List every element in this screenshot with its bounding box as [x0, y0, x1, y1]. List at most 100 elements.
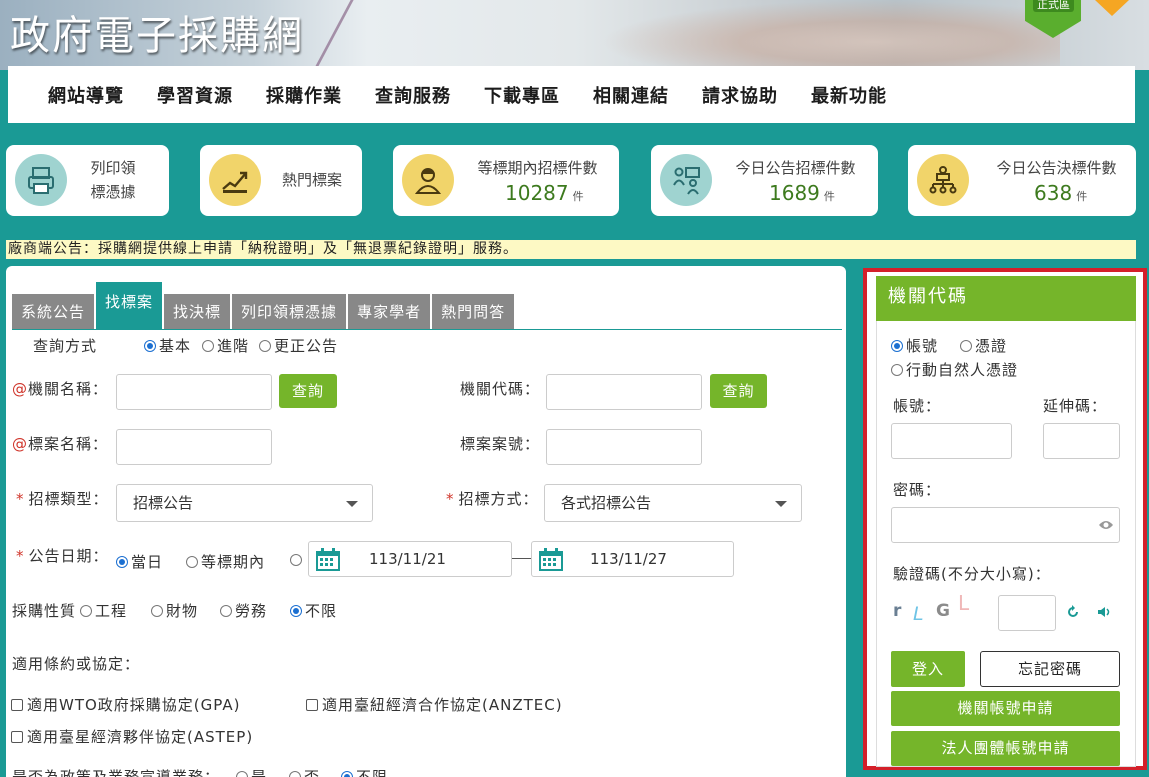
radio-selected-icon[interactable]	[891, 340, 903, 352]
radio-icon[interactable]	[220, 605, 232, 617]
card-today-tenders[interactable]: 今日公告招標件數 1689 件	[651, 145, 878, 216]
agency-code-input[interactable]	[546, 374, 702, 410]
radio-icon[interactable]	[80, 605, 92, 617]
captcha-input[interactable]	[998, 595, 1056, 631]
nature-construction[interactable]: 工程	[80, 600, 127, 621]
radio-icon[interactable]	[259, 340, 271, 352]
radio-selected-icon[interactable]	[116, 556, 128, 568]
radio-selected-icon[interactable]	[144, 340, 156, 352]
pub-date-range[interactable]	[290, 551, 305, 569]
card-open-tenders[interactable]: 等標期內招標件數 10287 件	[393, 145, 619, 216]
agency-name-query-button[interactable]: 查詢	[279, 374, 337, 408]
apply-agency-account-button[interactable]: 機關帳號申請	[891, 691, 1120, 726]
login-mode-mobile-cert-label: 行動自然人憑證	[906, 361, 1019, 379]
account-label: 帳號：	[893, 397, 942, 415]
tender-no-input[interactable]	[546, 429, 702, 465]
nav-query[interactable]: 查詢服務	[375, 82, 451, 108]
card-open-unit: 件	[572, 190, 584, 203]
card-today-awards[interactable]: 今日公告決標件數 638 件	[908, 145, 1136, 216]
header-banner: 政府電子採購網 正式區	[0, 0, 1149, 70]
nav-site-map[interactable]: 網站導覽	[48, 82, 124, 108]
checkbox-icon[interactable]	[11, 731, 23, 743]
query-mode-advanced[interactable]: 進階	[202, 335, 249, 356]
policy-any[interactable]: 不限	[341, 766, 388, 777]
nav-links[interactable]: 相關連結	[593, 82, 669, 108]
tab-faq[interactable]: 熱門問答	[432, 294, 515, 330]
tab-find-tender[interactable]: 找標案	[96, 282, 163, 330]
nav-new-features[interactable]: 最新功能	[811, 82, 887, 108]
orange-badge-icon[interactable]	[1095, 0, 1129, 16]
tab-experts[interactable]: 專家學者	[348, 294, 431, 330]
policy-yes[interactable]: 是	[236, 766, 267, 777]
tab-print-receipt[interactable]: 列印領標憑據	[232, 294, 347, 330]
nav-help[interactable]: 請求協助	[702, 82, 778, 108]
ext-code-input[interactable]	[1043, 423, 1120, 459]
apply-corp-account-button[interactable]: 法人團體帳號申請	[891, 731, 1120, 766]
tender-type-value: 招標公告	[133, 494, 194, 512]
login-title: 機關代碼	[876, 276, 1136, 321]
banner-photo	[600, 0, 1060, 70]
chevron-down-icon	[346, 501, 358, 507]
treaty-anztec[interactable]: 適用臺紐經濟合作協定(ANZTEC)	[306, 694, 563, 715]
radio-icon[interactable]	[186, 556, 198, 568]
card-hot-tenders[interactable]: 熱門標案	[200, 145, 362, 216]
radio-selected-icon[interactable]	[290, 605, 302, 617]
checkbox-icon[interactable]	[306, 699, 318, 711]
calendar-icon[interactable]	[538, 548, 564, 572]
policy-no[interactable]: 否	[289, 766, 320, 777]
nav-procurement[interactable]: 採購作業	[266, 82, 342, 108]
worker-icon	[402, 154, 454, 206]
radio-icon[interactable]	[151, 605, 163, 617]
agency-code-query-button[interactable]: 查詢	[710, 374, 767, 408]
date-to-value: 113/11/27	[590, 550, 667, 568]
tab-announcements[interactable]: 系統公告	[12, 294, 95, 330]
tab-find-award[interactable]: 找決標	[164, 294, 231, 330]
nav-download[interactable]: 下載專區	[484, 82, 560, 108]
login-mode-account[interactable]: 帳號	[891, 335, 938, 356]
radio-icon[interactable]	[236, 771, 248, 777]
nav-learning[interactable]: 學習資源	[157, 82, 233, 108]
radio-icon[interactable]	[960, 340, 972, 352]
treaty-astep[interactable]: 適用臺星經濟夥伴協定(ASTEP)	[11, 726, 253, 747]
tender-type-select[interactable]: 招標公告	[116, 484, 373, 522]
date-range-dash	[512, 558, 531, 559]
login-mode-certificate[interactable]: 憑證	[960, 335, 1007, 356]
radio-icon[interactable]	[202, 340, 214, 352]
login-button[interactable]: 登入	[891, 651, 965, 687]
pub-date-today[interactable]: 當日	[116, 551, 163, 572]
nature-any[interactable]: 不限	[290, 600, 337, 621]
card-print-receipt[interactable]: 列印領 標憑據	[6, 145, 169, 216]
checkbox-icon[interactable]	[11, 699, 23, 711]
captcha-char: G	[936, 601, 950, 621]
ext-code-label: 延伸碼：	[1043, 397, 1108, 415]
radio-icon[interactable]	[290, 554, 302, 566]
pub-date-bidding-period[interactable]: 等標期內	[186, 551, 265, 572]
card-hot-label: 熱門標案	[281, 171, 342, 189]
calendar-icon[interactable]	[315, 548, 341, 572]
radio-selected-icon[interactable]	[341, 771, 353, 777]
login-mode-mobile-cert[interactable]: 行動自然人憑證	[891, 359, 1018, 380]
radio-icon[interactable]	[891, 364, 903, 376]
treaty-anztec-label: 適用臺紐經濟合作協定(ANZTEC)	[322, 696, 563, 714]
radio-icon[interactable]	[289, 771, 301, 777]
password-input[interactable]	[891, 507, 1120, 543]
password-label: 密碼：	[893, 481, 942, 499]
eye-icon[interactable]	[1098, 519, 1114, 531]
tender-method-select[interactable]: 各式招標公告	[544, 484, 802, 522]
nature-service[interactable]: 勞務	[220, 600, 267, 621]
audio-icon[interactable]	[1097, 606, 1111, 618]
query-mode-correction[interactable]: 更正公告	[259, 335, 338, 356]
nature-property[interactable]: 財物	[151, 600, 198, 621]
treaty-gpa[interactable]: 適用WTO政府採購協定(GPA)	[11, 694, 240, 715]
site-title[interactable]: 政府電子採購網	[10, 3, 304, 61]
tender-name-input[interactable]	[116, 429, 272, 465]
date-from-field[interactable]: 113/11/21	[308, 541, 512, 577]
query-mode-basic[interactable]: 基本	[144, 335, 191, 356]
card-open-count: 10287	[505, 181, 569, 205]
account-input[interactable]	[891, 423, 1012, 459]
forgot-password-button[interactable]: 忘記密碼	[980, 651, 1120, 687]
vendor-notice[interactable]: 廠商端公告：採購網提供線上申請「納稅證明」及「無退票紀錄證明」服務。	[6, 240, 1136, 259]
agency-name-input[interactable]	[116, 374, 272, 410]
refresh-icon[interactable]	[1066, 605, 1080, 619]
date-to-field[interactable]: 113/11/27	[531, 541, 734, 577]
